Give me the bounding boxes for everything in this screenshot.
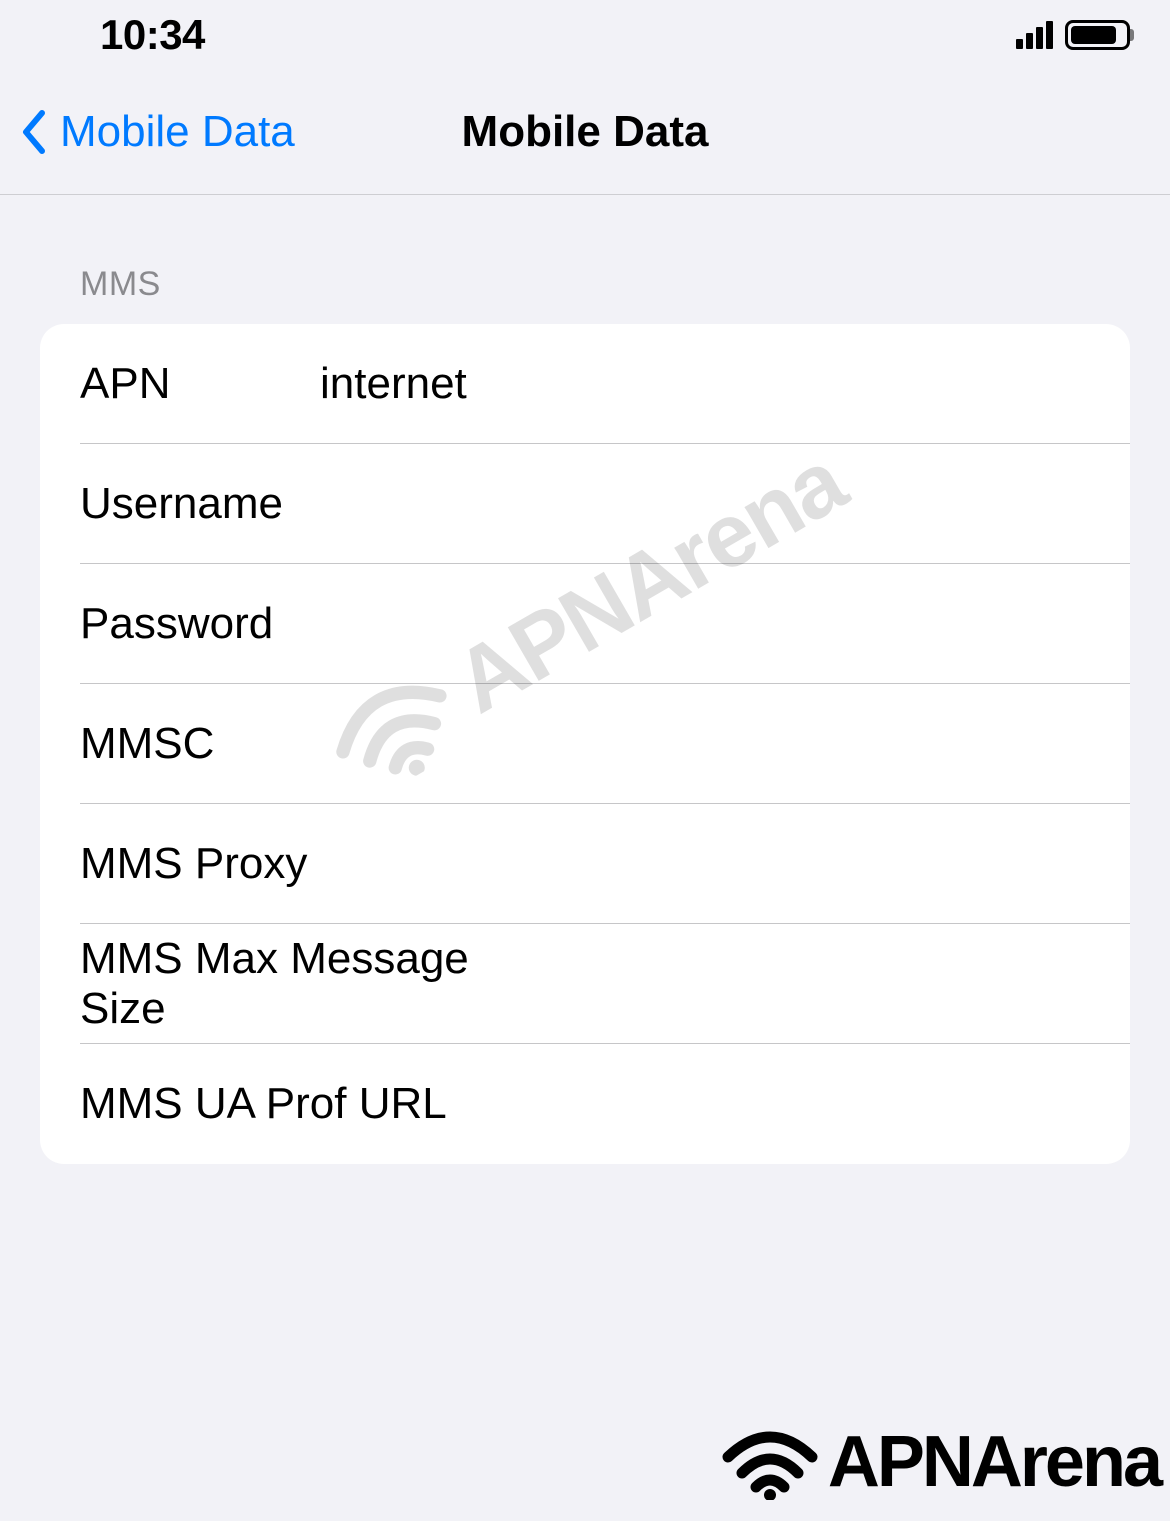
back-button[interactable]: Mobile Data <box>20 107 295 157</box>
label-username: Username <box>80 479 320 529</box>
row-mms-ua-prof[interactable]: MMS UA Prof URL <box>40 1044 1130 1164</box>
row-username[interactable]: Username <box>40 444 1130 564</box>
input-apn[interactable] <box>320 359 1090 409</box>
input-mms-ua-prof[interactable] <box>447 1079 1090 1129</box>
label-mms-max-size: MMS Max Message Size <box>80 934 515 1034</box>
back-label: Mobile Data <box>60 107 295 157</box>
chevron-left-icon <box>20 110 48 154</box>
page-title: Mobile Data <box>462 107 709 157</box>
label-mms-ua-prof: MMS UA Prof URL <box>80 1079 447 1129</box>
row-mms-max-size[interactable]: MMS Max Message Size <box>40 924 1130 1044</box>
watermark-bottom: APNArena <box>720 1421 1160 1503</box>
row-mms-proxy[interactable]: MMS Proxy <box>40 804 1130 924</box>
input-mms-proxy[interactable] <box>320 839 1090 889</box>
label-password: Password <box>80 599 320 649</box>
input-password[interactable] <box>320 599 1090 649</box>
row-apn[interactable]: APN <box>40 324 1130 444</box>
row-password[interactable]: Password <box>40 564 1130 684</box>
row-mmsc[interactable]: MMSC <box>40 684 1130 804</box>
label-mmsc: MMSC <box>80 719 320 769</box>
navigation-bar: Mobile Data Mobile Data <box>0 70 1170 195</box>
content-area: MMS APN Username Password MMSC MMS Proxy… <box>0 195 1170 1164</box>
wifi-icon <box>720 1425 820 1500</box>
status-time: 10:34 <box>100 11 205 59</box>
status-bar: 10:34 <box>0 0 1170 70</box>
input-username[interactable] <box>320 479 1090 529</box>
label-mms-proxy: MMS Proxy <box>80 839 320 889</box>
section-header-mms: MMS <box>40 195 1130 324</box>
watermark-text: APNArena <box>828 1421 1160 1503</box>
battery-icon <box>1065 20 1130 50</box>
input-mmsc[interactable] <box>320 719 1090 769</box>
input-mms-max-size[interactable] <box>515 959 1090 1009</box>
cellular-signal-icon <box>1016 21 1053 49</box>
label-apn: APN <box>80 359 320 409</box>
status-indicators <box>1016 20 1130 50</box>
settings-group-mms: APN Username Password MMSC MMS Proxy MMS… <box>40 324 1130 1164</box>
